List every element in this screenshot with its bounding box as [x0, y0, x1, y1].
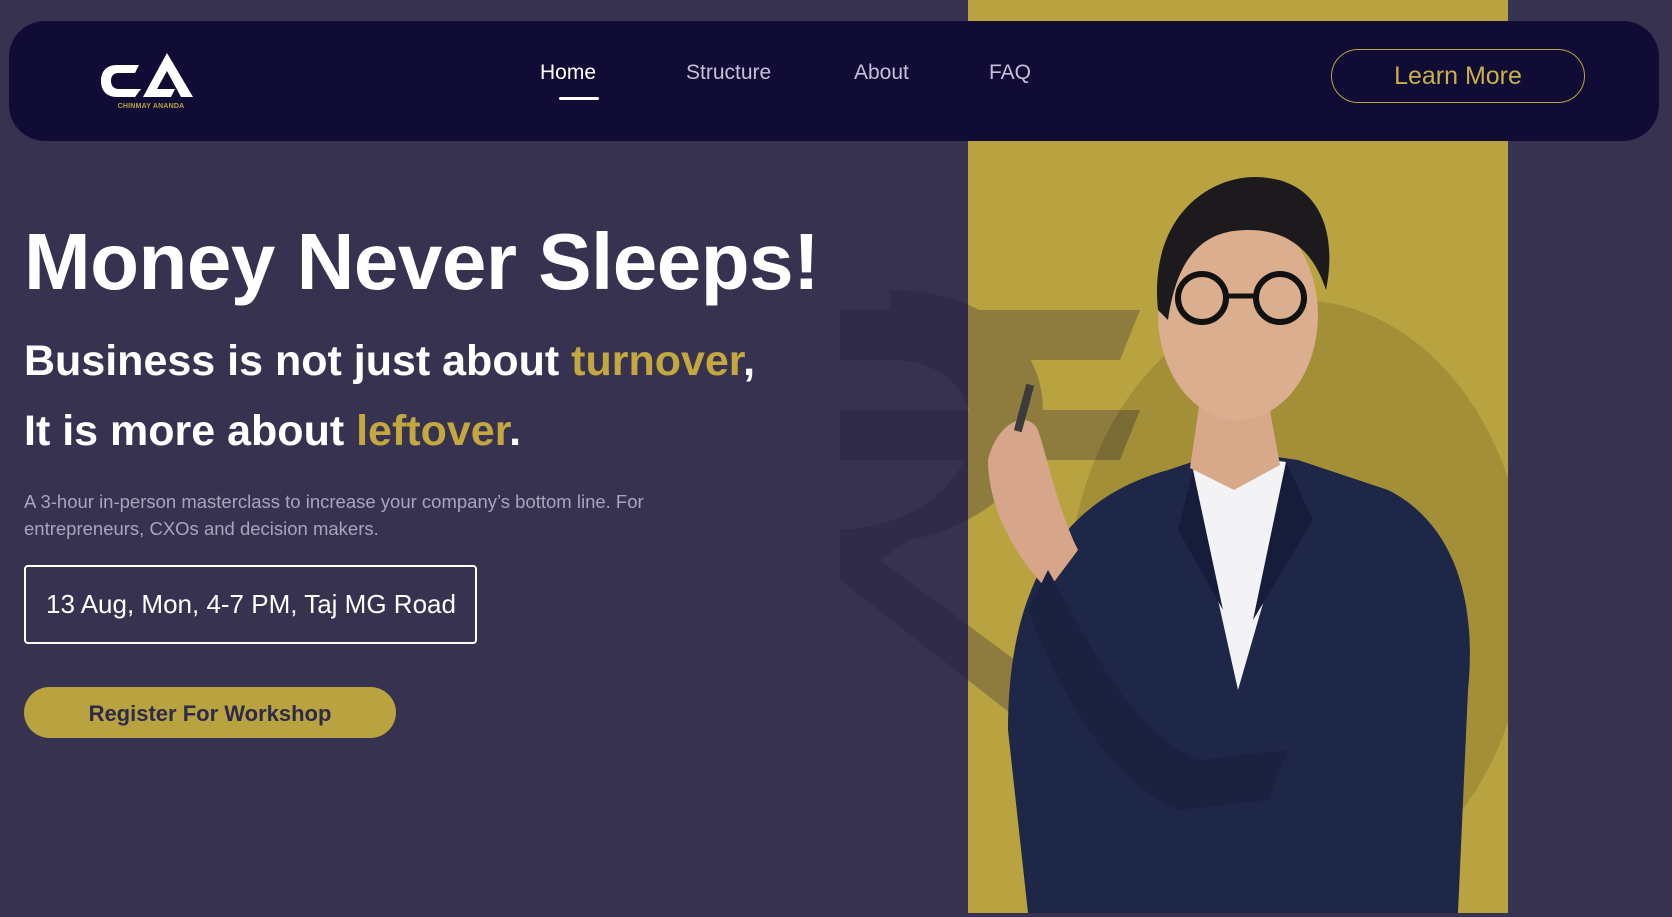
- logo-caption: CHINMAY ANANDA: [117, 103, 185, 110]
- nav-about[interactable]: About: [854, 61, 909, 85]
- learn-more-button[interactable]: Learn More: [1331, 49, 1585, 103]
- nav-structure[interactable]: Structure: [686, 61, 771, 85]
- ca-logo-icon: [101, 53, 193, 97]
- hero-title: Money Never Sleeps!: [24, 217, 820, 306]
- hero-description: A 3-hour in-person masterclass to increa…: [24, 491, 644, 539]
- nav-faq[interactable]: FAQ: [989, 61, 1031, 85]
- event-details-box: 13 Aug, Mon, 4-7 PM, Taj MG Road: [24, 565, 477, 644]
- brand-logo[interactable]: CHINMAY ANANDA: [95, 45, 207, 133]
- nav-active-underline: [559, 97, 599, 100]
- subline-2-accent: leftover: [356, 407, 510, 455]
- hero-subline-2: It is more about leftover.: [24, 410, 521, 453]
- hero-subline-1: Business is not just about turnover,: [24, 340, 755, 383]
- register-workshop-button[interactable]: Register For Workshop: [24, 687, 396, 738]
- subline-1-suffix: ,: [743, 337, 756, 385]
- subline-2-suffix: .: [509, 407, 522, 455]
- top-navbar: CHINMAY ANANDA Home Structure About FAQ …: [9, 21, 1659, 141]
- subline-1-accent: turnover: [571, 337, 744, 385]
- subline-2-prefix: It is more about: [24, 407, 357, 455]
- nav-home[interactable]: Home: [540, 61, 596, 85]
- subline-1-prefix: Business is not just about: [24, 337, 572, 385]
- presenter-portrait: [988, 177, 1508, 913]
